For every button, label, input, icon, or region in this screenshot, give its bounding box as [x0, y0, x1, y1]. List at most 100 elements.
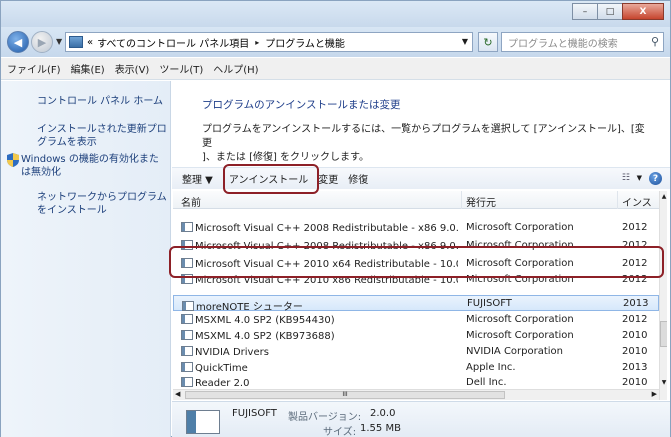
- program-icon-large: [186, 410, 220, 434]
- scroll-down-icon[interactable]: ▼: [660, 379, 667, 386]
- horizontal-scrollbar[interactable]: ◀ III ▶: [173, 389, 659, 400]
- program-icon: [181, 258, 193, 268]
- scroll-right-icon[interactable]: ▶: [652, 390, 657, 398]
- program-name-cell: NVIDIA Drivers: [181, 346, 458, 358]
- program-installed-date: 2010: [622, 346, 648, 357]
- page-title: プログラムのアンインストールまたは変更: [202, 99, 401, 111]
- programs-and-features-window: – □ X ◀ ▶ ▼ « すべてのコントロール パネル項目 ▸ プログラムと機…: [0, 0, 671, 437]
- view-dropdown-icon[interactable]: ▼: [637, 174, 642, 182]
- refresh-icon: ↻: [483, 35, 493, 49]
- back-button[interactable]: ◀: [7, 31, 29, 53]
- install-from-network-line2: をインストール: [37, 205, 107, 216]
- install-from-network-link[interactable]: ネットワークからプログラム をインストール: [37, 191, 167, 217]
- program-row[interactable]: Microsoft Visual C++ 2010 x86 Redistribu…: [173, 272, 659, 288]
- menu-edit[interactable]: 編集(E): [71, 61, 105, 76]
- program-icon: [181, 274, 193, 284]
- menu-view[interactable]: 表示(V): [115, 61, 150, 76]
- close-button[interactable]: X: [622, 3, 664, 20]
- program-installed-date: 2013: [623, 298, 649, 309]
- vertical-scrollbar[interactable]: ▲ ▼: [659, 191, 667, 400]
- recent-pages-dropdown[interactable]: ▼: [56, 37, 62, 46]
- program-installed-date: 2012: [622, 314, 648, 325]
- horizontal-scroll-thumb[interactable]: III: [185, 391, 505, 399]
- details-size-value: 1.55 MB: [360, 423, 401, 434]
- control-panel-home-link[interactable]: コントロール パネル ホーム: [37, 95, 167, 108]
- column-installed-on-header[interactable]: インス: [622, 194, 652, 209]
- minimize-button[interactable]: –: [572, 3, 598, 20]
- search-placeholder: プログラムと機能の検索: [508, 38, 618, 50]
- program-row[interactable]: QuickTime Apple Inc. 2013: [173, 360, 659, 376]
- column-divider[interactable]: [617, 191, 618, 209]
- program-publisher: Microsoft Corporation: [466, 258, 574, 269]
- details-version-value: 2.0.0: [370, 408, 396, 419]
- program-publisher: FUJISOFT: [467, 298, 512, 309]
- scroll-up-icon[interactable]: ▲: [660, 193, 667, 200]
- program-row[interactable]: NVIDIA Drivers NVIDIA Corporation 2010: [173, 344, 659, 360]
- forward-button[interactable]: ▶: [31, 31, 53, 53]
- program-row[interactable]: Microsoft Visual C++ 2008 Redistributabl…: [173, 220, 659, 236]
- page-description: プログラムをアンインストールするには、一覧からプログラムを選択して [アンインス…: [202, 123, 647, 165]
- column-name-header[interactable]: 名前: [181, 194, 201, 209]
- maximize-button[interactable]: □: [597, 3, 623, 20]
- breadcrumb-programs-features[interactable]: プログラムと機能: [265, 35, 345, 50]
- search-input[interactable]: プログラムと機能の検索 ⚲: [501, 32, 664, 52]
- program-name: MSXML 4.0 SP2 (KB973688): [195, 331, 335, 342]
- program-icon: [181, 330, 193, 340]
- program-row[interactable]: Microsoft Visual C++ 2008 Redistributabl…: [173, 238, 659, 254]
- page-description-line1: プログラムをアンインストールするには、一覧からプログラムを選択して [アンインス…: [202, 124, 645, 149]
- title-bar: – □ X: [1, 1, 670, 27]
- menu-file[interactable]: ファイル(F): [7, 61, 61, 76]
- program-icon: [181, 362, 193, 372]
- address-dropdown-icon[interactable]: ▼: [462, 37, 468, 46]
- task-sidebar: コントロール パネル ホーム インストールされた更新プロ グラムを表示 Wind…: [1, 81, 171, 437]
- turn-windows-features-line1: Windows の機能の有効化また: [21, 154, 159, 165]
- view-installed-updates-line2: グラムを表示: [37, 137, 97, 148]
- uninstall-button[interactable]: アンインストール: [223, 171, 314, 186]
- details-size-label: サイズ:: [323, 427, 357, 437]
- refresh-button[interactable]: ↻: [478, 32, 498, 52]
- breadcrumb-all-items[interactable]: すべてのコントロール パネル項目: [97, 35, 249, 50]
- program-icon: [181, 314, 193, 324]
- scroll-left-icon[interactable]: ◀: [175, 390, 180, 398]
- breadcrumb-separator-icon[interactable]: ▸: [255, 38, 259, 47]
- view-installed-updates-link[interactable]: インストールされた更新プロ グラムを表示: [37, 123, 167, 149]
- menu-help[interactable]: ヘルプ(H): [213, 61, 258, 76]
- program-name-cell: Reader 2.0: [181, 377, 458, 389]
- program-installed-date: 2012: [622, 222, 648, 233]
- program-name: NVIDIA Drivers: [195, 347, 269, 358]
- command-bar: 整理 ▼ アンインストール 変更 修復 ☷ ▼ ?: [172, 167, 670, 189]
- program-row[interactable]: Microsoft Visual C++ 2010 x64 Redistribu…: [173, 256, 659, 272]
- program-publisher: Microsoft Corporation: [466, 274, 574, 285]
- details-pane: FUJISOFT 製品バージョン: 2.0.0 サイズ: 1.55 MB: [172, 401, 670, 437]
- help-icon[interactable]: ?: [649, 172, 662, 185]
- address-toolbar: ◀ ▶ ▼ « すべてのコントロール パネル項目 ▸ プログラムと機能 ▼ ↻ …: [1, 27, 670, 57]
- program-name: QuickTime: [195, 363, 248, 374]
- program-publisher: Microsoft Corporation: [466, 240, 574, 251]
- column-divider[interactable]: [461, 191, 462, 209]
- program-row[interactable]: MSXML 4.0 SP2 (KB973688) Microsoft Corpor…: [173, 328, 659, 344]
- view-options-icon[interactable]: ☷: [622, 173, 630, 183]
- column-publisher-header[interactable]: 発行元: [466, 194, 496, 209]
- program-name-cell: Microsoft Visual C++ 2010 x86 Redistribu…: [181, 274, 458, 286]
- menu-tools[interactable]: ツール(T): [159, 61, 203, 76]
- menu-bar: ファイル(F) 編集(E) 表示(V) ツール(T) ヘルプ(H): [1, 58, 670, 80]
- main-content: プログラムのアンインストールまたは変更 プログラムをアンインストールするには、一…: [172, 81, 670, 437]
- program-publisher: Microsoft Corporation: [466, 222, 574, 233]
- program-name: MSXML 4.0 SP2 (KB954430): [195, 315, 335, 326]
- organize-button[interactable]: 整理 ▼: [182, 171, 213, 186]
- selected-program-row[interactable]: moreNOTE シューター FUJISOFT 2013: [173, 295, 659, 313]
- address-bar[interactable]: « すべてのコントロール パネル項目 ▸ プログラムと機能 ▼: [65, 32, 473, 52]
- breadcrumb-overflow[interactable]: «: [87, 37, 93, 48]
- program-installed-date: 2013: [622, 362, 648, 373]
- repair-button[interactable]: 修復: [348, 171, 368, 186]
- view-installed-updates-line1: インストールされた更新プロ: [37, 124, 167, 135]
- program-name: Microsoft Visual C++ 2010 x64 Redistribu…: [195, 259, 458, 270]
- search-icon[interactable]: ⚲: [651, 35, 659, 48]
- program-row[interactable]: MSXML 4.0 SP2 (KB954430) Microsoft Corpor…: [173, 312, 659, 328]
- program-name-cell: QuickTime: [181, 362, 458, 374]
- change-button[interactable]: 変更: [318, 171, 338, 186]
- vertical-scroll-thumb[interactable]: [660, 321, 667, 347]
- turn-windows-features-link[interactable]: Windows の機能の有効化また は無効化: [21, 153, 169, 179]
- program-list: 名前 発行元 インス Microsoft Visual C++ 2008 Red…: [173, 191, 667, 400]
- program-name: Microsoft Visual C++ 2008 Redistributabl…: [195, 223, 458, 234]
